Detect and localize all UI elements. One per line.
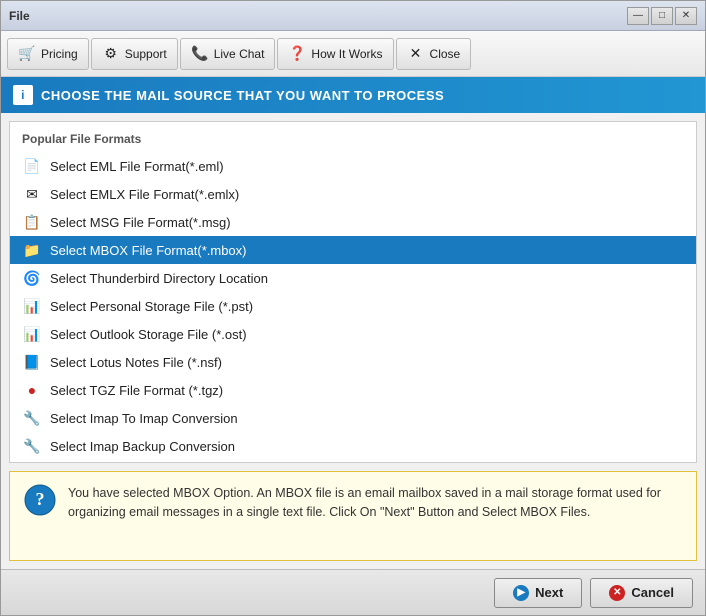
msg-icon: 📋 — [22, 213, 42, 231]
thunderbird-label: Select Thunderbird Directory Location — [50, 271, 684, 286]
info-text: You have selected MBOX Option. An MBOX f… — [68, 484, 682, 522]
thunderbird-icon: 🌀 — [22, 269, 42, 287]
header-text: CHOOSE THE MAIL SOURCE THAT YOU WANT TO … — [41, 88, 444, 103]
support-button[interactable]: ⚙ Support — [91, 38, 178, 70]
live-chat-button[interactable]: 📞 Live Chat — [180, 38, 276, 70]
close-icon: ✕ — [407, 45, 425, 63]
file-list-container: Popular File Formats 📄 Select EML File F… — [9, 121, 697, 463]
imap-backup-item[interactable]: 🔧 Select Imap Backup Conversion — [10, 432, 696, 460]
title-bar: File — □ ✕ — [1, 1, 705, 31]
imap-backup-label: Select Imap Backup Conversion — [50, 439, 684, 454]
pricing-icon: 🛒 — [18, 45, 36, 63]
emlx-icon: ✉ — [22, 185, 42, 203]
live-chat-label: Live Chat — [214, 47, 265, 61]
eml-item[interactable]: 📄 Select EML File Format(*.eml) — [10, 152, 696, 180]
nsf-label: Select Lotus Notes File (*.nsf) — [50, 355, 684, 370]
imap-backup-icon: 🔧 — [22, 437, 42, 455]
toolbar: 🛒 Pricing ⚙ Support 📞 Live Chat ❓ How It… — [1, 31, 705, 77]
svg-text:?: ? — [36, 489, 45, 509]
pricing-button[interactable]: 🛒 Pricing — [7, 38, 89, 70]
how-it-works-button[interactable]: ❓ How It Works — [277, 38, 393, 70]
cancel-icon: ✕ — [609, 585, 625, 601]
imap-conversion-label: Select Imap To Imap Conversion — [50, 411, 684, 426]
eml-icon: 📄 — [22, 157, 42, 175]
thunderbird-item[interactable]: 🌀 Select Thunderbird Directory Location — [10, 264, 696, 292]
nsf-item[interactable]: 📘 Select Lotus Notes File (*.nsf) — [10, 348, 696, 376]
ost-label: Select Outlook Storage File (*.ost) — [50, 327, 684, 342]
question-icon: ❓ — [288, 45, 306, 63]
pricing-label: Pricing — [41, 47, 78, 61]
ost-item[interactable]: 📊 Select Outlook Storage File (*.ost) — [10, 320, 696, 348]
window-title: File — [9, 9, 30, 23]
mbox-icon: 📁 — [22, 241, 42, 259]
restore-button[interactable]: □ — [651, 7, 673, 25]
mbox-item[interactable]: 📁 Select MBOX File Format(*.mbox) — [10, 236, 696, 264]
cancel-label: Cancel — [631, 585, 674, 600]
tgz-item[interactable]: ● Select TGZ File Format (*.tgz) — [10, 376, 696, 404]
close-button[interactable]: ✕ Close — [396, 38, 472, 70]
footer: ▶ Next ✕ Cancel — [1, 569, 705, 615]
next-label: Next — [535, 585, 563, 600]
section-label: Popular File Formats — [10, 130, 696, 152]
pst-item[interactable]: 📊 Select Personal Storage File (*.pst) — [10, 292, 696, 320]
minimize-button[interactable]: — — [627, 7, 649, 25]
support-icon: ⚙ — [102, 45, 120, 63]
next-button[interactable]: ▶ Next — [494, 578, 582, 608]
emlx-label: Select EMLX File Format(*.emlx) — [50, 187, 684, 202]
imap-conversion-icon: 🔧 — [22, 409, 42, 427]
imap-conversion-item[interactable]: 🔧 Select Imap To Imap Conversion — [10, 404, 696, 432]
header-icon: i — [13, 85, 33, 105]
window-controls: — □ ✕ — [627, 7, 697, 25]
close-label: Close — [430, 47, 461, 61]
main-window: File — □ ✕ 🛒 Pricing ⚙ Support 📞 Live Ch… — [0, 0, 706, 616]
nsf-icon: 📘 — [22, 353, 42, 371]
msg-item[interactable]: 📋 Select MSG File Format(*.msg) — [10, 208, 696, 236]
tgz-label: Select TGZ File Format (*.tgz) — [50, 383, 684, 398]
info-icon: ? — [24, 484, 56, 516]
main-content: Popular File Formats 📄 Select EML File F… — [1, 113, 705, 569]
eml-label: Select EML File Format(*.eml) — [50, 159, 684, 174]
pst-icon: 📊 — [22, 297, 42, 315]
emlx-item[interactable]: ✉ Select EMLX File Format(*.emlx) — [10, 180, 696, 208]
how-it-works-label: How It Works — [311, 47, 382, 61]
pst-label: Select Personal Storage File (*.pst) — [50, 299, 684, 314]
mbox-label: Select MBOX File Format(*.mbox) — [50, 243, 684, 258]
ost-icon: 📊 — [22, 325, 42, 343]
support-label: Support — [125, 47, 167, 61]
cancel-button[interactable]: ✕ Cancel — [590, 578, 693, 608]
tgz-icon: ● — [22, 381, 42, 399]
close-window-button[interactable]: ✕ — [675, 7, 697, 25]
msg-label: Select MSG File Format(*.msg) — [50, 215, 684, 230]
phone-icon: 📞 — [191, 45, 209, 63]
info-box: ? You have selected MBOX Option. An MBOX… — [9, 471, 697, 561]
header-bar: i CHOOSE THE MAIL SOURCE THAT YOU WANT T… — [1, 77, 705, 113]
next-icon: ▶ — [513, 585, 529, 601]
